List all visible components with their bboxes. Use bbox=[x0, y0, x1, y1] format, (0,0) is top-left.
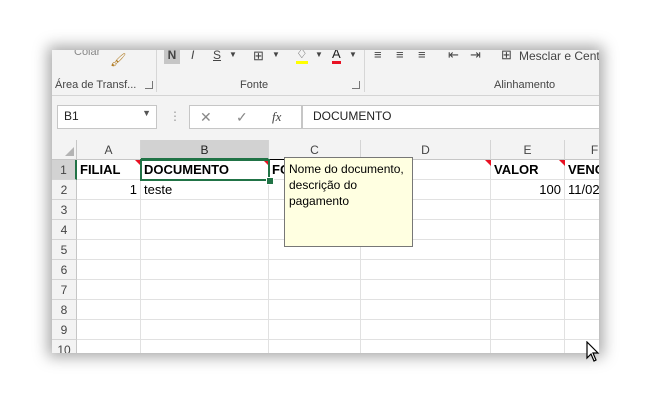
font-color-icon[interactable]: A bbox=[332, 50, 341, 64]
comment-connector bbox=[270, 159, 285, 160]
row-header-1[interactable]: 1 bbox=[52, 160, 77, 180]
cell-b1[interactable]: DOCUMENTO bbox=[141, 160, 269, 180]
merge-icon[interactable]: ⊞ bbox=[501, 50, 512, 63]
column-header-e[interactable]: E bbox=[491, 140, 565, 160]
name-box-value: B1 bbox=[64, 109, 79, 123]
row-header-2[interactable]: 2 bbox=[52, 180, 77, 200]
align-left-icon[interactable]: ≡ bbox=[374, 50, 382, 62]
column-header-b[interactable]: B bbox=[141, 140, 269, 160]
excel-window: Colar 🖌 Área de Transf... N I S ▼ ⊞ ▼ ♢ … bbox=[52, 50, 599, 353]
comment-indicator-f1 bbox=[559, 160, 565, 166]
alignment-group-label: Alinhamento bbox=[494, 79, 556, 91]
cell-f1[interactable]: VENC bbox=[565, 160, 599, 180]
increase-indent-icon[interactable]: ⇥ bbox=[470, 50, 481, 63]
font-launcher-icon[interactable] bbox=[352, 81, 360, 89]
font-group-label: Fonte bbox=[240, 79, 269, 91]
clipboard-group-label: Área de Transf... bbox=[55, 79, 137, 91]
underline-dropdown-icon[interactable]: ▼ bbox=[229, 50, 237, 59]
cell-comment[interactable]: Nome do documento, descrição do pagament… bbox=[284, 157, 413, 247]
row-header-9[interactable]: 9 bbox=[52, 320, 77, 340]
comment-indicator-a1 bbox=[135, 160, 141, 166]
column-header-f[interactable]: F bbox=[565, 140, 599, 160]
name-box[interactable]: B1 ▼ bbox=[57, 105, 157, 129]
decrease-indent-icon[interactable]: ⇤ bbox=[448, 50, 459, 63]
select-all-icon bbox=[65, 147, 74, 156]
cell-a1[interactable]: FILIAL bbox=[77, 160, 141, 180]
row-header-6[interactable]: 6 bbox=[52, 260, 77, 280]
cell-e2[interactable]: 100 bbox=[491, 180, 565, 200]
row-header-3[interactable]: 3 bbox=[52, 200, 77, 220]
ribbon: Colar 🖌 Área de Transf... N I S ▼ ⊞ ▼ ♢ … bbox=[52, 50, 599, 96]
cell-f2[interactable]: 11/02 bbox=[565, 180, 599, 200]
clipboard-launcher-icon[interactable] bbox=[145, 81, 153, 89]
column-header-a[interactable]: A bbox=[77, 140, 141, 160]
fill-color-icon[interactable]: ♢ bbox=[296, 50, 308, 64]
underline-button[interactable]: S bbox=[213, 50, 221, 62]
cell-b2[interactable]: teste bbox=[141, 180, 269, 200]
row-header-5[interactable]: 5 bbox=[52, 240, 77, 260]
paste-label[interactable]: Colar bbox=[74, 50, 100, 58]
format-painter-icon[interactable]: 🖌 bbox=[110, 52, 127, 68]
italic-button[interactable]: I bbox=[191, 50, 194, 62]
mouse-cursor-icon bbox=[586, 341, 600, 362]
formula-bar: B1 ▼ ⋮ ✕ ✓ fx DOCUMENTO bbox=[52, 96, 599, 140]
cell-e1[interactable]: VALOR bbox=[491, 160, 565, 180]
fill-handle[interactable] bbox=[266, 177, 274, 185]
row-header-8[interactable]: 8 bbox=[52, 300, 77, 320]
cell-a2[interactable]: 1 bbox=[77, 180, 141, 200]
options-dots-icon: ⋮ bbox=[169, 109, 181, 123]
insert-function-icon[interactable]: fx bbox=[272, 109, 281, 125]
comment-indicator-b1 bbox=[263, 160, 269, 166]
row-header-7[interactable]: 7 bbox=[52, 280, 77, 300]
borders-icon[interactable]: ⊞ bbox=[253, 50, 264, 64]
font-color-dropdown-icon[interactable]: ▼ bbox=[349, 50, 357, 59]
align-center-icon[interactable]: ≡ bbox=[396, 50, 404, 62]
row-header-10[interactable]: 10 bbox=[52, 340, 77, 353]
comment-indicator-e1 bbox=[485, 160, 491, 166]
align-right-icon[interactable]: ≡ bbox=[418, 50, 426, 62]
bold-button[interactable]: N bbox=[164, 50, 180, 64]
formula-input[interactable]: DOCUMENTO bbox=[302, 105, 599, 129]
row-header-4[interactable]: 4 bbox=[52, 220, 77, 240]
formula-value: DOCUMENTO bbox=[313, 109, 392, 123]
merge-center-button[interactable]: Mesclar e Cent bbox=[519, 50, 599, 63]
name-box-dropdown-icon[interactable]: ▼ bbox=[142, 108, 151, 118]
fill-dropdown-icon[interactable]: ▼ bbox=[315, 50, 323, 59]
cancel-icon[interactable]: ✕ bbox=[200, 109, 212, 126]
borders-dropdown-icon[interactable]: ▼ bbox=[272, 50, 280, 59]
enter-icon[interactable]: ✓ bbox=[236, 109, 248, 126]
